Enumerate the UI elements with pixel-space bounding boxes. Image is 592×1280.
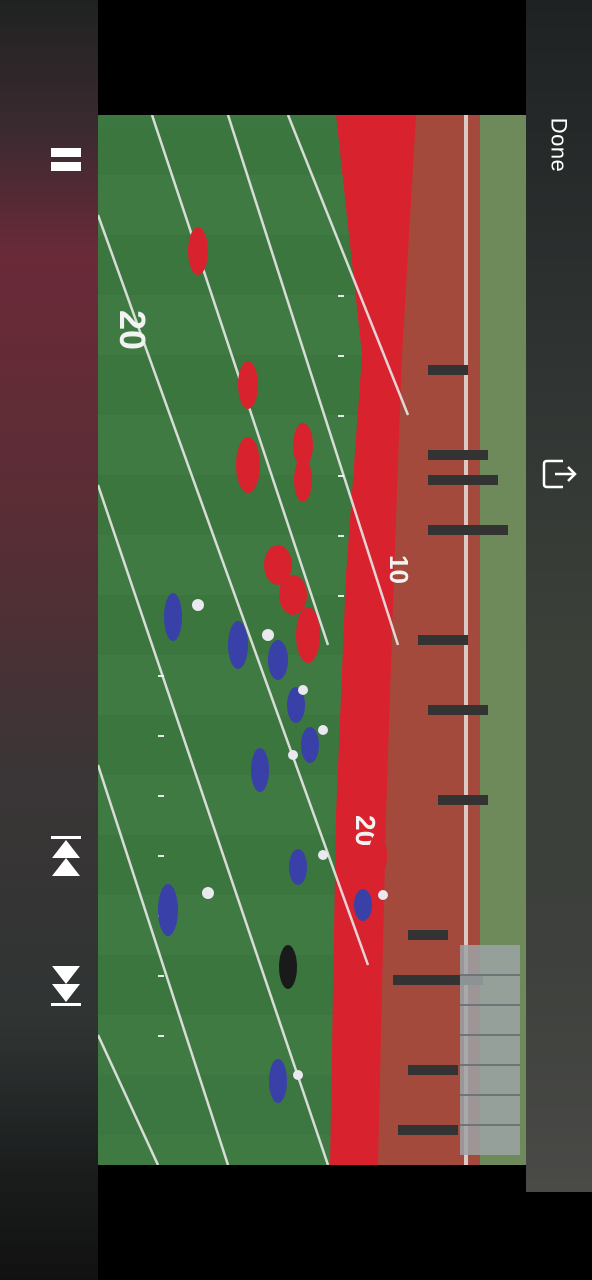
done-button[interactable]: Done bbox=[538, 110, 578, 180]
done-label: Done bbox=[546, 117, 571, 173]
skip-previous-icon bbox=[51, 836, 81, 876]
skip-next-icon bbox=[51, 966, 81, 1006]
yard-number: 20 bbox=[112, 310, 153, 350]
yard-number: 10 bbox=[384, 555, 414, 584]
skip-next-button[interactable] bbox=[50, 960, 82, 1008]
share-icon bbox=[542, 459, 577, 489]
left-control-bar bbox=[0, 0, 98, 1280]
video-content: 20 10 20 bbox=[98, 115, 526, 1165]
video-frame[interactable]: 20 10 20 bbox=[98, 115, 526, 1165]
pause-icon bbox=[51, 148, 81, 171]
share-button[interactable] bbox=[540, 456, 580, 492]
skip-previous-button[interactable] bbox=[50, 834, 82, 882]
pause-button[interactable] bbox=[50, 146, 82, 174]
